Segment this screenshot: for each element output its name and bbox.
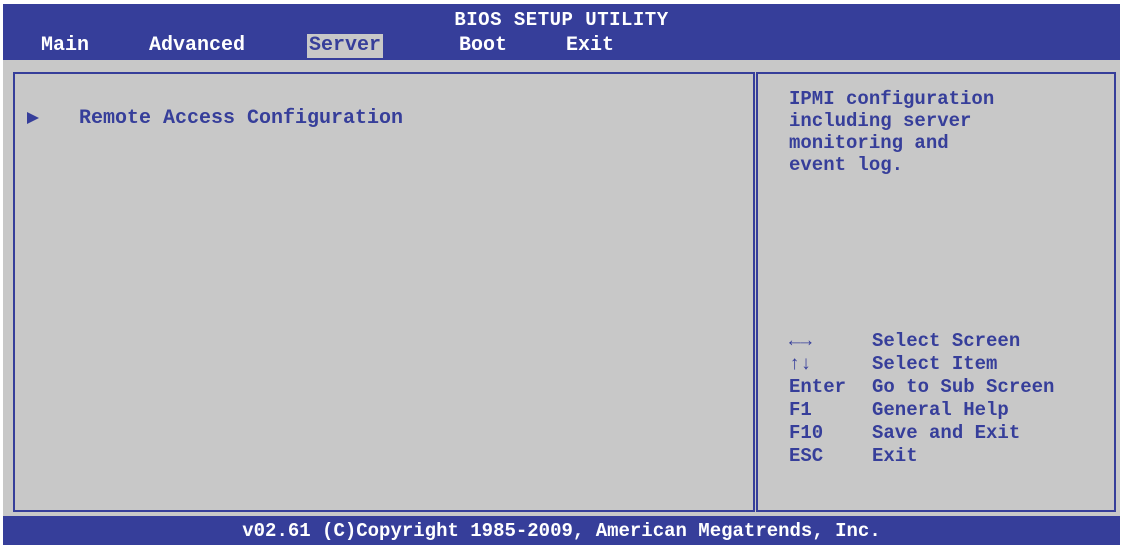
tab-boot[interactable]: Boot: [457, 34, 509, 58]
key-action: Select Item: [872, 353, 998, 375]
key-row: F1 General Help: [789, 399, 1119, 422]
tab-advanced[interactable]: Advanced: [147, 34, 247, 58]
help-line: monitoring and: [789, 132, 949, 154]
key-action: Select Screen: [872, 330, 1021, 352]
key-arrows-left-right: ←→: [789, 330, 812, 352]
key-arrows-up-down: ↑↓: [789, 353, 812, 375]
key-row: ←→ Select Screen: [789, 330, 1119, 353]
app-title: BIOS SETUP UTILITY: [454, 9, 669, 31]
tab-main[interactable]: Main: [39, 34, 91, 58]
help-line: event log.: [789, 154, 904, 176]
key-f1: F1: [789, 399, 812, 421]
bottom-bar: v02.61 (C)Copyright 1985-2009, American …: [3, 516, 1120, 545]
main-panel: [13, 72, 755, 512]
menu-item-label: Remote Access Configuration: [79, 106, 404, 130]
tab-server[interactable]: Server: [307, 34, 384, 58]
key-row: F10 Save and Exit: [789, 422, 1119, 445]
key-row: ESC Exit: [789, 445, 1119, 468]
help-line: IPMI configuration: [789, 88, 995, 110]
submenu-arrow-icon: [27, 112, 39, 124]
key-action: Save and Exit: [872, 422, 1021, 444]
key-enter: Enter: [789, 376, 847, 398]
help-line: including server: [789, 110, 972, 132]
top-bar: BIOS SETUP UTILITY Main Advanced Server …: [3, 4, 1120, 60]
help-description: IPMI configuration including server moni…: [789, 88, 1109, 176]
key-f10: F10: [789, 422, 824, 444]
key-action: Exit: [872, 445, 918, 467]
bios-screen: BIOS SETUP UTILITY Main Advanced Server …: [3, 4, 1120, 545]
key-legend: ←→ Select Screen ↑↓ Select Item Enter Go…: [789, 330, 1119, 468]
key-esc: ESC: [789, 445, 824, 467]
menu-item-remote-access-configuration[interactable]: Remote Access Configuration: [27, 105, 403, 131]
copyright-footer: v02.61 (C)Copyright 1985-2009, American …: [242, 520, 881, 542]
key-action: General Help: [872, 399, 1009, 421]
key-action: Go to Sub Screen: [872, 376, 1055, 398]
tab-exit[interactable]: Exit: [564, 34, 616, 58]
key-row: ↑↓ Select Item: [789, 353, 1119, 376]
key-row: Enter Go to Sub Screen: [789, 376, 1119, 399]
